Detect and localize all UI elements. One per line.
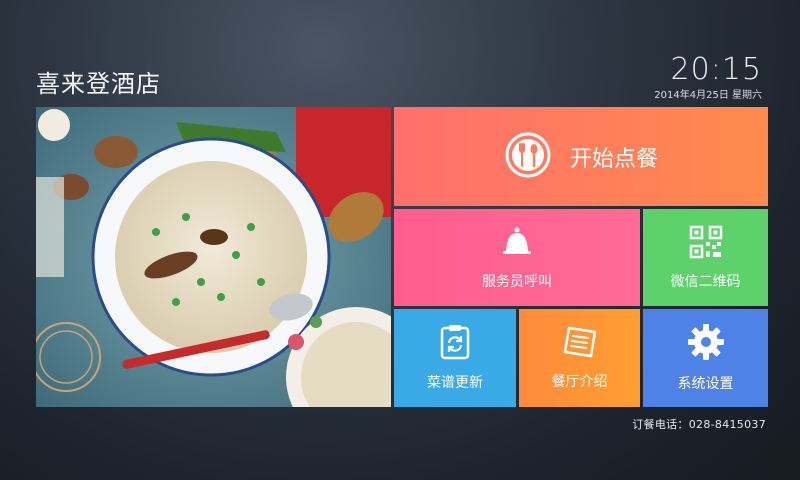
document-icon xyxy=(561,325,599,363)
order-phone: 订餐电话：028-8415037 xyxy=(632,416,766,432)
system-settings-label: 系统设置 xyxy=(677,376,734,392)
restaurant-intro-button[interactable]: 餐厅介绍 xyxy=(519,309,640,407)
hotel-name: 喜来登酒店 xyxy=(36,70,161,98)
food-photo xyxy=(36,107,391,407)
start-order-label: 开始点餐 xyxy=(569,146,658,172)
call-waiter-label: 服务员呼叫 xyxy=(482,273,552,290)
order-phone-label: 订餐电话： xyxy=(632,418,689,431)
order-phone-number: 028-8415037 xyxy=(688,418,766,431)
risotto-food-photo xyxy=(36,107,391,407)
plate-fork-spoon-icon xyxy=(504,131,552,183)
qr-code-icon xyxy=(689,225,723,263)
start-order-button[interactable]: 开始点餐 xyxy=(394,107,768,206)
call-waiter-button[interactable]: 服务员呼叫 xyxy=(394,209,640,306)
menu-update-label: 菜谱更新 xyxy=(427,375,483,391)
top-bar: 喜来登酒店 20:15 2014年4月25日 星期六 xyxy=(0,0,800,105)
menu-update-button[interactable]: 菜谱更新 xyxy=(394,309,516,407)
clipboard-refresh-icon xyxy=(439,324,471,364)
gear-icon xyxy=(687,323,725,365)
bell-icon xyxy=(500,225,534,263)
restaurant-intro-label: 餐厅介绍 xyxy=(551,374,608,390)
wechat-qr-label: 微信二维码 xyxy=(670,273,741,290)
clock-time: 20:15 xyxy=(670,52,762,87)
system-settings-button[interactable]: 系统设置 xyxy=(643,309,768,407)
date-label: 2014年4月25日 星期六 xyxy=(654,90,762,101)
wechat-qr-button[interactable]: 微信二维码 xyxy=(643,209,768,306)
